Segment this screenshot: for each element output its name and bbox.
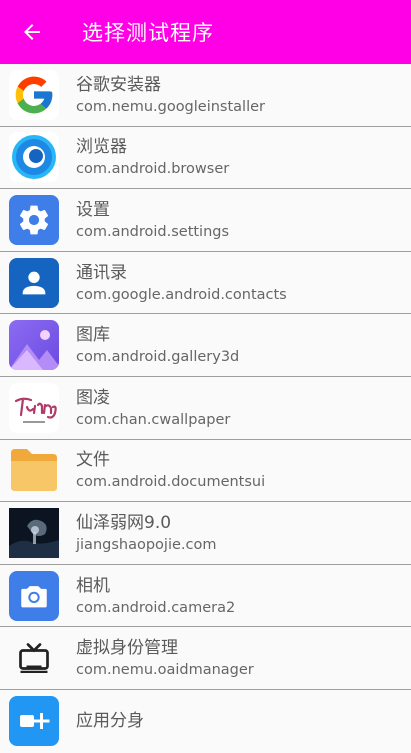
browser-icon bbox=[9, 132, 59, 183]
list-item[interactable]: 设置 com.android.settings bbox=[0, 189, 411, 252]
app-package: com.android.settings bbox=[76, 223, 230, 240]
list-item[interactable]: 图库 com.android.gallery3d bbox=[0, 314, 411, 377]
app-name: 设置 bbox=[76, 199, 110, 220]
list-item[interactable]: 仙泽弱网9.0 jiangshaopojie.com bbox=[0, 502, 411, 565]
app-name: 文件 bbox=[76, 450, 110, 471]
app-package: com.android.documentsui bbox=[76, 474, 266, 491]
contacts-icon bbox=[9, 257, 59, 308]
dark-photo-icon bbox=[9, 507, 59, 558]
folder-icon bbox=[9, 445, 59, 495]
list-item[interactable]: 虚拟身份管理 com.nemu.oaidmanager bbox=[0, 627, 411, 690]
app-name: 图凌 bbox=[76, 387, 110, 408]
camera-icon bbox=[9, 570, 59, 621]
app-package: com.nemu.oaidmanager bbox=[76, 662, 254, 679]
google-icon bbox=[9, 69, 59, 120]
app-name: 通讯录 bbox=[76, 262, 127, 283]
gallery-icon bbox=[9, 320, 59, 371]
app-name: 图库 bbox=[76, 325, 110, 346]
arrow-back-icon bbox=[24, 24, 40, 40]
list-item[interactable]: 通讯录 com.google.android.contacts bbox=[0, 252, 411, 315]
app-package: com.android.browser bbox=[76, 161, 230, 178]
app-name: 浏览器 bbox=[76, 137, 127, 158]
app-list: 谷歌安装器 com.nemu.googleinstaller 浏览器 com.a… bbox=[0, 64, 411, 753]
tv-icon bbox=[9, 633, 59, 683]
back-button[interactable] bbox=[0, 0, 64, 64]
app-name: 谷歌安装器 bbox=[76, 74, 161, 95]
list-item[interactable]: 应用分身 bbox=[0, 690, 411, 753]
app-bar: 选择测试程序 bbox=[0, 0, 411, 64]
app-package: com.google.android.contacts bbox=[76, 286, 287, 303]
list-item[interactable]: 文件 com.android.documentsui bbox=[0, 440, 411, 503]
app-package: com.nemu.googleinstaller bbox=[76, 98, 265, 115]
settings-gear-icon bbox=[9, 194, 59, 245]
app-package: com.android.camera2 bbox=[76, 599, 236, 616]
app-package: jiangshaopojie.com bbox=[76, 536, 217, 553]
app-name: 虚拟身份管理 bbox=[76, 638, 178, 659]
turing-logo-icon bbox=[9, 382, 59, 433]
page-title: 选择测试程序 bbox=[82, 21, 214, 45]
list-item[interactable]: 谷歌安装器 com.nemu.googleinstaller bbox=[0, 64, 411, 127]
app-clone-icon bbox=[9, 696, 59, 747]
app-name: 应用分身 bbox=[76, 711, 144, 732]
app-name: 相机 bbox=[76, 575, 110, 596]
list-item[interactable]: 浏览器 com.android.browser bbox=[0, 127, 411, 190]
list-item[interactable]: 相机 com.android.camera2 bbox=[0, 565, 411, 628]
app-name: 仙泽弱网9.0 bbox=[76, 512, 172, 533]
list-item[interactable]: 图凌 com.chan.cwallpaper bbox=[0, 377, 411, 440]
app-package: com.android.gallery3d bbox=[76, 349, 240, 366]
app-package: com.chan.cwallpaper bbox=[76, 411, 231, 428]
